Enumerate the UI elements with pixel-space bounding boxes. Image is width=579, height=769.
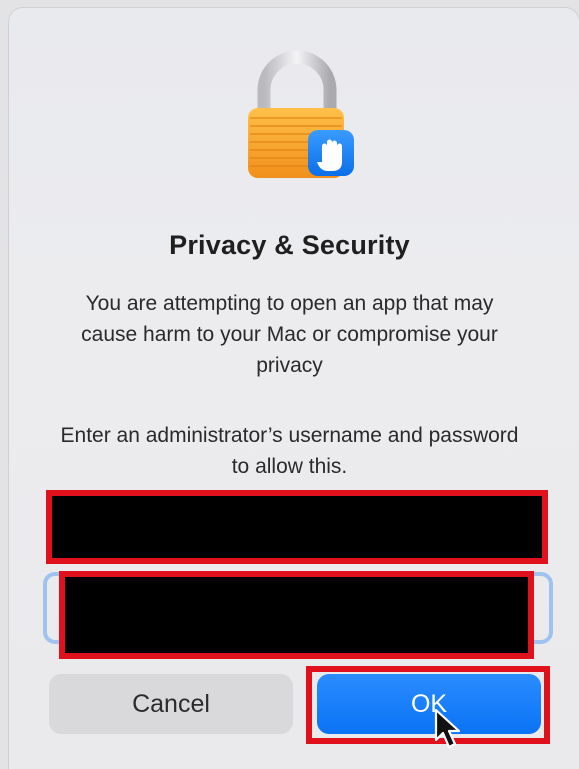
dialog-title: Privacy & Security [169,230,410,260]
mouse-pointer-icon [434,708,461,749]
dialog-instructions: Enter an administrator’s username and pa… [60,424,519,478]
ok-button[interactable]: OK [317,674,541,734]
dialog-message: You are attempting to open an app that m… [81,292,498,377]
lock-icon [248,50,354,178]
password-field[interactable] [65,577,528,653]
cancel-button[interactable]: Cancel [49,674,293,734]
username-field[interactable] [52,496,542,558]
